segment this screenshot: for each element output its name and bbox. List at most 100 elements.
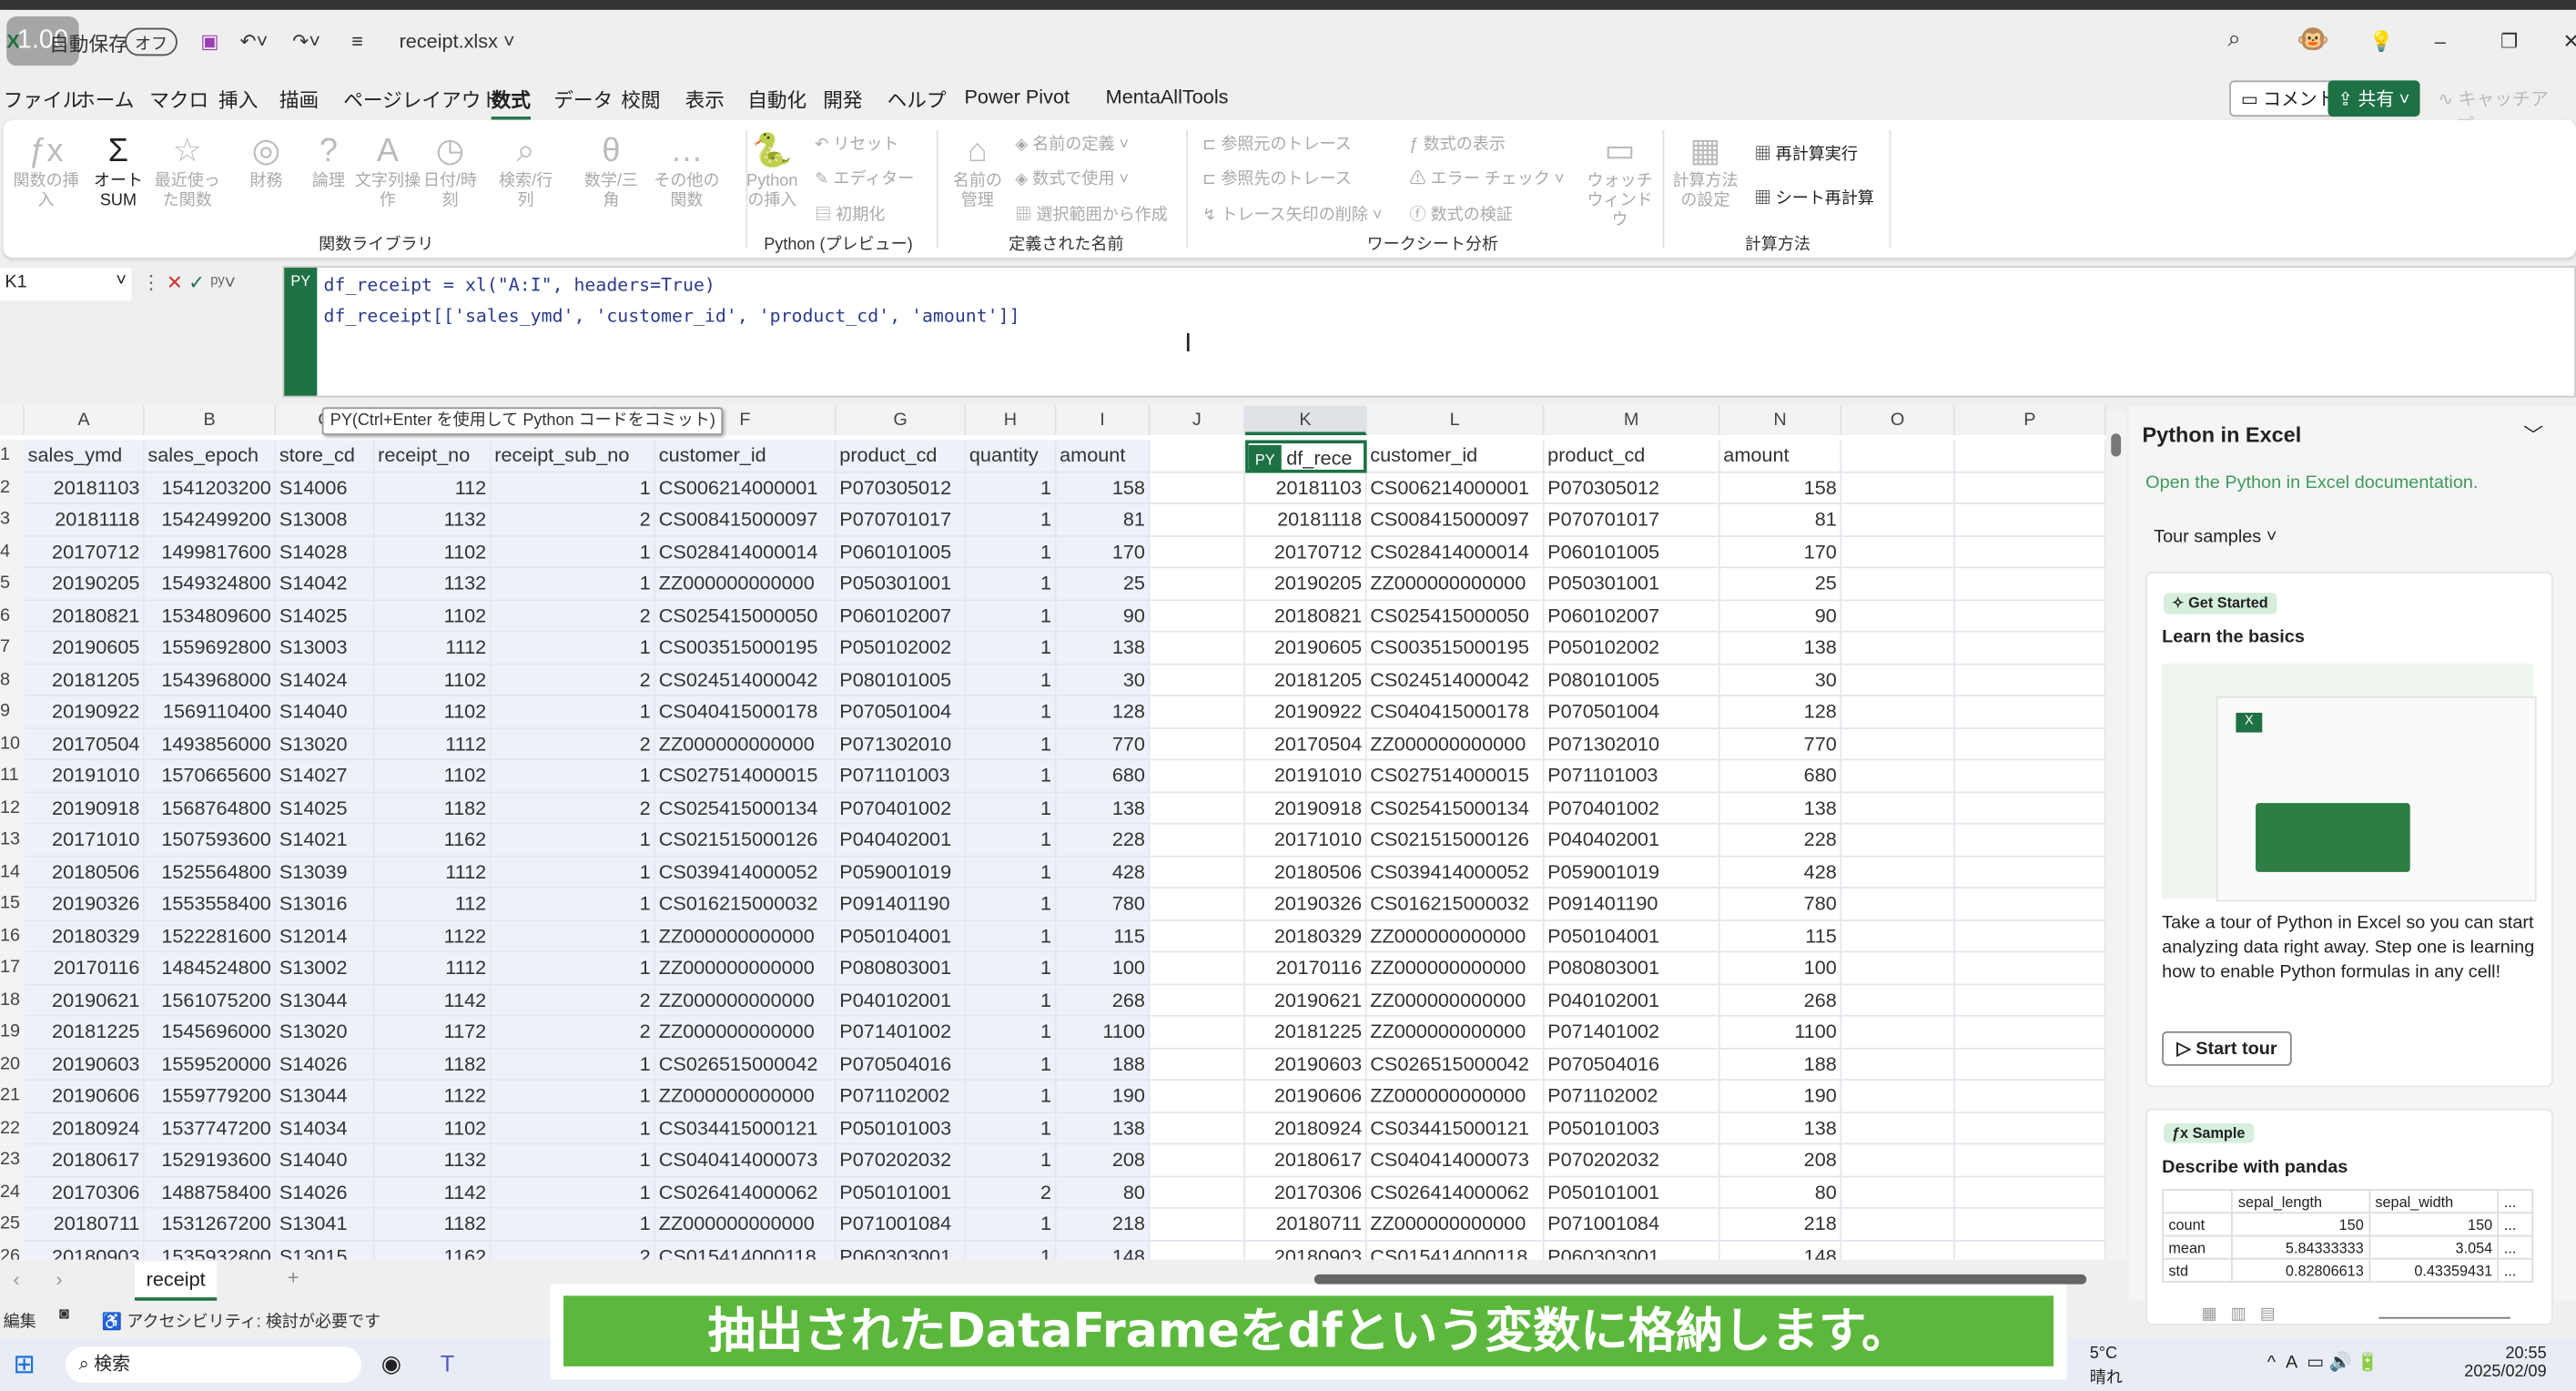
cell[interactable]: 1 <box>491 632 656 665</box>
output-cell[interactable]: CS025415000050 <box>1366 600 1545 633</box>
empty-cell[interactable] <box>1150 1112 1246 1145</box>
cell[interactable]: P080803001 <box>836 952 967 985</box>
output-cell[interactable]: 20180821 <box>1245 600 1367 633</box>
ribbon-tab[interactable]: 自動化 <box>747 86 806 114</box>
python-mode-icon[interactable]: ᵖʸ˅ <box>210 271 236 294</box>
cell[interactable]: 1 <box>491 536 656 569</box>
cell[interactable]: CS040414000073 <box>655 1144 837 1177</box>
cell[interactable]: 170 <box>1056 536 1151 569</box>
row-header[interactable]: 20 <box>0 1048 25 1081</box>
row-header[interactable]: 11 <box>0 760 25 793</box>
empty-cell[interactable] <box>1150 856 1246 888</box>
cell[interactable]: 1142 <box>374 984 492 1017</box>
view-buttons[interactable]: ▦ ▥ ▤ <box>2201 1305 2275 1324</box>
empty-cell[interactable] <box>1954 952 2106 985</box>
cell[interactable]: 2 <box>491 1016 656 1049</box>
header-cell[interactable]: receipt_no <box>374 440 492 472</box>
cell[interactable]: 1 <box>491 1176 656 1209</box>
cell[interactable]: 20190605 <box>25 632 145 665</box>
row-header[interactable]: 4 <box>0 536 25 569</box>
cell[interactable]: 148 <box>1056 1240 1151 1260</box>
cell[interactable]: 1182 <box>374 1208 492 1241</box>
output-cell[interactable]: 20170116 <box>1245 952 1367 985</box>
cell[interactable]: 1 <box>966 696 1057 729</box>
python-reset-button[interactable]: ↶ リセット <box>815 130 898 155</box>
empty-cell[interactable] <box>1150 920 1246 953</box>
empty-cell[interactable] <box>1150 1081 1246 1113</box>
cell[interactable]: 1122 <box>374 920 492 953</box>
output-cell[interactable]: P070501004 <box>1544 696 1720 729</box>
calc-options-button[interactable]: ▦ 計算方法の設定 <box>1672 130 1738 212</box>
cell[interactable]: 1 <box>491 696 656 729</box>
cell[interactable]: 2 <box>491 600 656 633</box>
cell[interactable]: 1484524800 <box>144 952 277 985</box>
output-cell[interactable]: P070202032 <box>1544 1144 1720 1177</box>
output-cell[interactable]: 20170306 <box>1245 1176 1367 1209</box>
empty-cell[interactable] <box>1954 1081 2106 1113</box>
function-button[interactable]: … その他の関数 <box>654 130 719 212</box>
cell[interactable]: 1 <box>491 1048 656 1081</box>
copilot-icon[interactable]: ◉ <box>381 1350 401 1378</box>
cell[interactable]: 1534809600 <box>144 600 277 633</box>
output-cell[interactable]: 20190621 <box>1245 984 1367 1017</box>
header-cell[interactable]: sales_ymd <box>25 440 145 472</box>
empty-cell[interactable] <box>1150 888 1246 921</box>
cell[interactable]: P071102002 <box>836 1081 967 1113</box>
cell[interactable]: 2 <box>491 1240 656 1260</box>
empty-cell[interactable] <box>1954 792 2106 825</box>
cell[interactable]: 1568764800 <box>144 792 277 825</box>
cell[interactable]: 1553558400 <box>144 888 277 921</box>
output-cell[interactable]: P071401002 <box>1544 1016 1720 1049</box>
cell[interactable]: 20190918 <box>25 792 145 825</box>
cell[interactable]: 20181225 <box>25 1016 145 1049</box>
empty-cell[interactable] <box>1150 472 1246 504</box>
filename[interactable]: receipt.xlsx ˅ <box>400 29 515 52</box>
python-insert-button[interactable]: 🐍 Pythonの挿入 <box>743 130 802 212</box>
empty-cell[interactable] <box>1150 952 1246 985</box>
cell[interactable]: 1 <box>966 824 1057 857</box>
cell[interactable]: 2 <box>491 664 656 696</box>
cell[interactable]: 112 <box>374 888 492 921</box>
empty-cell[interactable] <box>1954 824 2106 857</box>
output-header-cell[interactable]: amount <box>1719 440 1842 472</box>
create-from-selection-button[interactable]: ▦ 選択範囲から作成 <box>1015 200 1167 225</box>
row-header[interactable]: 18 <box>0 984 25 1017</box>
cell[interactable]: S14042 <box>276 568 375 601</box>
empty-cell[interactable] <box>1954 984 2106 1017</box>
cell[interactable]: 1 <box>491 920 656 953</box>
cell[interactable]: 1102 <box>374 1112 492 1145</box>
cell[interactable]: 100 <box>1056 952 1151 985</box>
ribbon-tab[interactable]: マクロ <box>149 86 208 114</box>
output-cell[interactable]: 138 <box>1719 792 1842 825</box>
cell[interactable]: 20180924 <box>25 1112 145 1145</box>
taskbar-search[interactable]: ⌕ 検索 <box>66 1346 362 1383</box>
cell[interactable]: 20190922 <box>25 696 145 729</box>
cell[interactable]: 1559779200 <box>144 1081 277 1113</box>
output-cell[interactable]: ZZ000000000000 <box>1366 728 1545 761</box>
cell[interactable]: P060101005 <box>836 536 967 569</box>
row-header[interactable]: 26 <box>0 1240 25 1260</box>
cell[interactable]: CS039414000052 <box>655 856 837 888</box>
empty-cell[interactable] <box>1841 824 1955 857</box>
empty-cell[interactable] <box>1150 1144 1246 1177</box>
customize-qat-icon[interactable]: ≡ <box>351 29 363 52</box>
output-cell[interactable]: CS006214000001 <box>1366 472 1545 504</box>
empty-cell[interactable] <box>1954 920 2106 953</box>
empty-cell[interactable] <box>1150 600 1246 633</box>
weather-widget[interactable]: 5°C 晴れ <box>2090 1345 2123 1387</box>
cell[interactable]: 138 <box>1056 632 1151 665</box>
cell[interactable]: 20180329 <box>25 920 145 953</box>
cell[interactable]: 1 <box>966 632 1057 665</box>
cell[interactable]: CS015414000118 <box>655 1240 837 1260</box>
cell[interactable]: 680 <box>1056 760 1151 793</box>
empty-cell[interactable] <box>1150 503 1246 537</box>
empty-cell[interactable] <box>1150 1240 1246 1260</box>
ribbon-tab[interactable]: 校閲 <box>621 86 660 114</box>
cell[interactable]: P050101003 <box>836 1112 967 1145</box>
teams-icon[interactable]: T <box>441 1350 454 1376</box>
output-cell[interactable]: 20191010 <box>1245 760 1367 793</box>
output-cell[interactable]: 20180506 <box>1245 856 1367 888</box>
output-cell[interactable]: 218 <box>1719 1208 1842 1241</box>
cell[interactable]: S13039 <box>276 856 375 888</box>
empty-cell[interactable] <box>1150 1048 1246 1081</box>
